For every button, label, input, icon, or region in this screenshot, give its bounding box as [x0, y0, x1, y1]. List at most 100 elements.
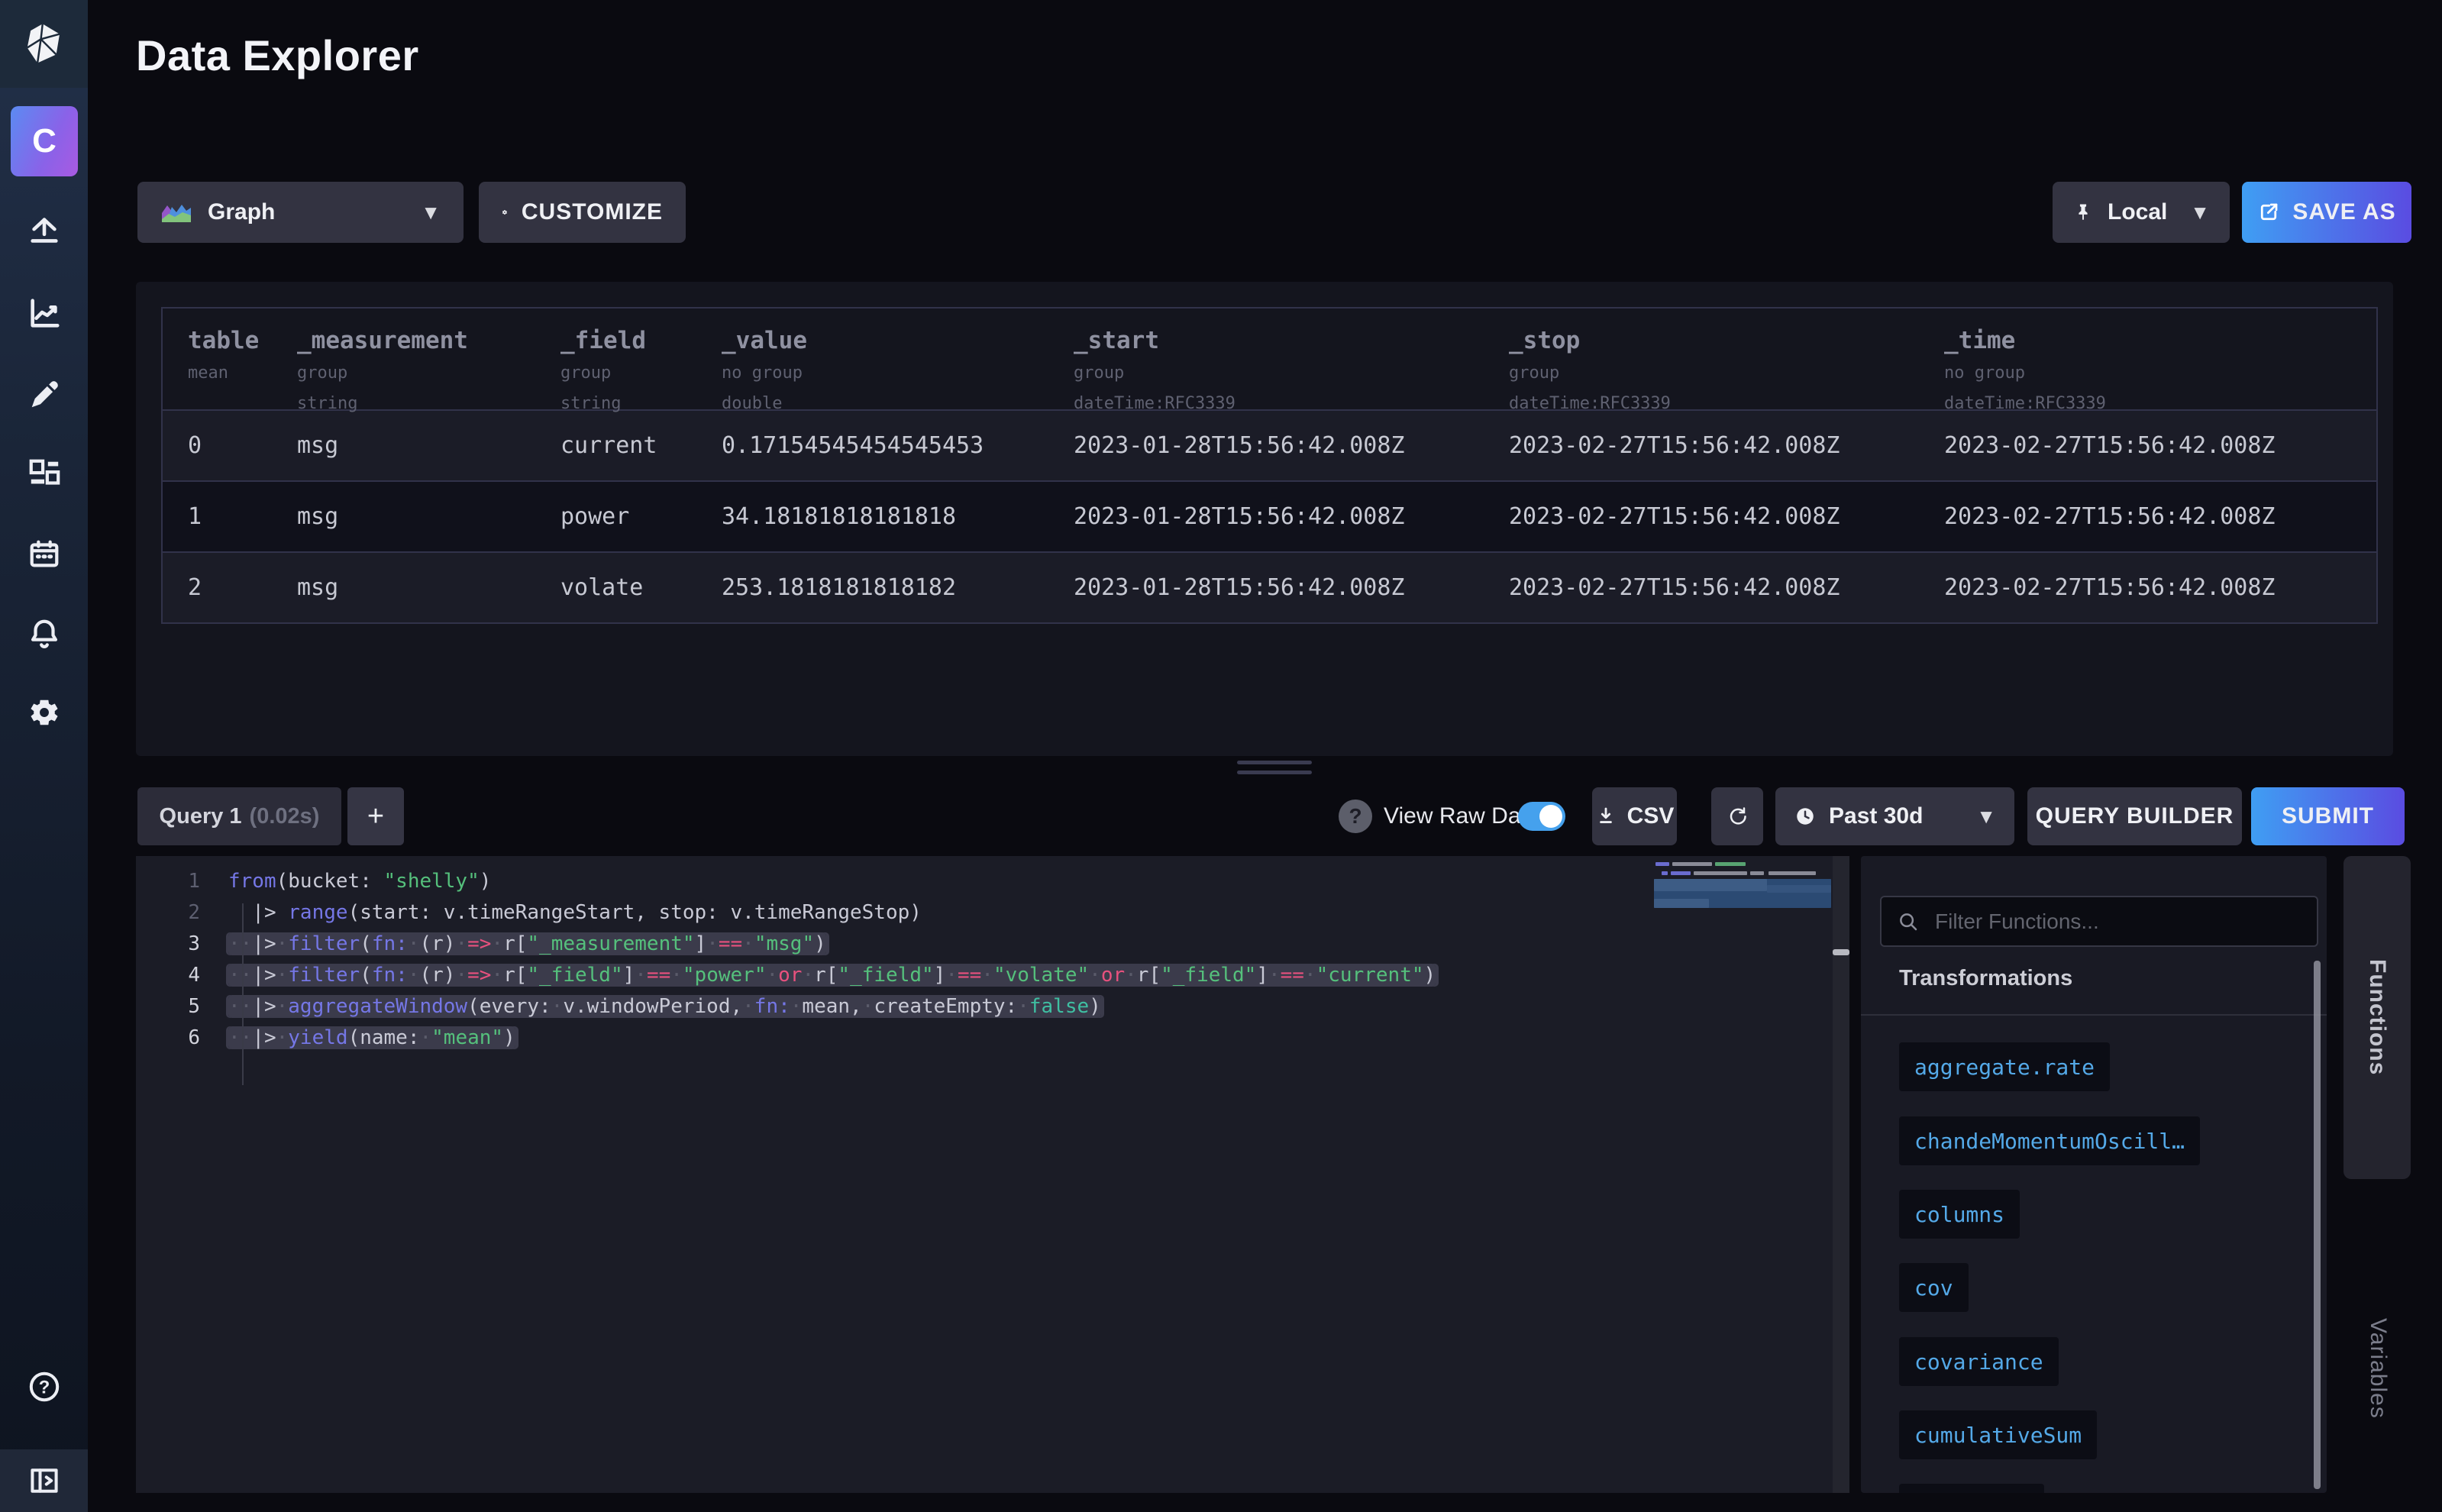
function-pill[interactable] — [1899, 1484, 2044, 1493]
sidebar-item-data-explorer[interactable] — [0, 286, 88, 340]
gear-icon — [502, 200, 508, 225]
sidebar-item-tasks[interactable] — [0, 528, 88, 581]
table-cell: 2023-01-28T15:56:42.008Z — [1074, 432, 1509, 459]
raw-data-help-icon[interactable]: ? — [1339, 800, 1372, 833]
influxdb-cube-icon — [24, 22, 65, 66]
function-pill[interactable]: covariance — [1899, 1337, 2059, 1386]
toggle-knob — [1539, 805, 1562, 828]
table-header-row: tablemean_measurementgroupstring_fieldgr… — [161, 307, 2378, 411]
sidebar-expand-section — [0, 1449, 88, 1512]
sidebar-item-load-data[interactable] — [0, 205, 88, 258]
pin-icon — [2072, 201, 2094, 224]
code-line: 5··|>·aggregateWindow(every:·v.windowPer… — [136, 991, 1648, 1023]
query-tab-label: Query 1 — [160, 804, 242, 829]
code-line: 6··|>·yield(name:·"mean") — [136, 1023, 1648, 1054]
sidebar-item-settings[interactable] — [0, 686, 88, 739]
table-cell: 0 — [163, 432, 297, 459]
table-cell: 1 — [163, 503, 297, 530]
sidebar-item-alerts[interactable] — [0, 607, 88, 661]
save-as-button[interactable]: SAVE AS — [2242, 182, 2411, 243]
sidebar-item-dashboards[interactable] — [0, 447, 88, 501]
graph-type-icon — [160, 199, 192, 225]
function-pill[interactable]: chandeMomentumOscill… — [1899, 1116, 2200, 1165]
tab-functions[interactable]: Functions — [2343, 856, 2411, 1179]
chevron-down-icon: ▼ — [421, 202, 441, 222]
refresh-icon — [1726, 805, 1749, 828]
dashboards-icon — [27, 457, 62, 492]
avatar[interactable]: C — [11, 106, 78, 176]
influxdb-logo[interactable] — [0, 0, 88, 88]
column-header: _timeno groupdateTime:RFC3339 — [1944, 309, 2354, 409]
table-row: 1msgpower34.181818181818182023-01-28T15:… — [161, 482, 2378, 553]
data-explorer-page: C — [0, 0, 2442, 1512]
sidebar-item-help[interactable]: ? — [0, 1360, 88, 1413]
line-number: 3 — [136, 929, 200, 960]
line-chart-icon — [27, 296, 62, 331]
visualization-type-dropdown[interactable]: Graph ▼ — [137, 182, 464, 243]
code-line: 3··|>·filter(fn:·(r)·=>·r["_measurement"… — [136, 929, 1648, 960]
query-tab[interactable]: Query 1 (0.02s) — [137, 787, 341, 845]
customize-label: CUSTOMIZE — [522, 199, 663, 225]
csv-download-button[interactable]: CSV — [1592, 787, 1677, 845]
function-pill[interactable]: aggregate.rate — [1899, 1042, 2110, 1091]
code-line: 4··|>·filter(fn:·(r)·=>·r["_field"]·==·"… — [136, 960, 1648, 991]
table-cell: 2023-02-27T15:56:42.008Z — [1509, 503, 1944, 530]
function-pill[interactable]: columns — [1899, 1190, 2020, 1239]
table-cell: 2023-01-28T15:56:42.008Z — [1074, 503, 1509, 530]
line-number: 2 — [136, 897, 200, 929]
expand-sidebar-icon[interactable] — [27, 1464, 61, 1497]
flux-code-editor[interactable]: 1from(bucket: "shelly")2 |> range(start:… — [136, 856, 1849, 1493]
svg-text:?: ? — [38, 1378, 50, 1398]
view-raw-data-toggle[interactable] — [1518, 802, 1565, 831]
search-icon — [1897, 910, 1920, 933]
table-cell: 0.17154545454545453 — [722, 432, 1074, 459]
table-cell: 253.1818181818182 — [722, 574, 1074, 601]
table-cell: 34.18181818181818 — [722, 503, 1074, 530]
sidebar-nav: C — [0, 0, 88, 1512]
time-range-dropdown[interactable]: Past 30d ▼ — [1775, 787, 2014, 845]
column-header: _fieldgroupstring — [560, 309, 722, 409]
save-as-label: SAVE AS — [2292, 199, 2395, 225]
table-cell: 2023-02-27T15:56:42.008Z — [1944, 503, 2354, 530]
sidebar-item-notebooks[interactable] — [0, 368, 88, 422]
indent-guide — [242, 903, 244, 1085]
download-icon — [1595, 806, 1617, 827]
chevron-down-icon: ▼ — [1976, 806, 1996, 826]
table-row: 2msgvolate253.18181818181822023-01-28T15… — [161, 553, 2378, 624]
table-cell: 2023-02-27T15:56:42.008Z — [1509, 574, 1944, 601]
upload-icon — [27, 214, 62, 249]
add-query-button[interactable]: + — [347, 787, 404, 845]
panel-resize-handle[interactable] — [1237, 771, 1312, 774]
table-row: 0msgcurrent0.171545454545454532023-01-28… — [161, 411, 2378, 482]
submit-label: SUBMIT — [2282, 803, 2374, 829]
column-header: _measurementgroupstring — [297, 309, 560, 409]
table-cell: 2 — [163, 574, 297, 601]
time-range-label: Past 30d — [1829, 803, 1923, 829]
export-icon — [2257, 201, 2280, 224]
editor-collapse-handle[interactable] — [1833, 949, 1849, 955]
editor-minimap[interactable] — [1654, 862, 1831, 1015]
table-cell: volate — [560, 574, 722, 601]
code-line: 2 |> range(start: v.timeRangeStart, stop… — [136, 897, 1648, 929]
avatar-label: C — [32, 122, 57, 160]
column-header: _startgroupdateTime:RFC3339 — [1074, 309, 1509, 409]
customize-button[interactable]: CUSTOMIZE — [479, 182, 686, 243]
function-pill[interactable]: cov — [1899, 1263, 1969, 1312]
plus-icon: + — [367, 800, 384, 833]
query-builder-button[interactable]: QUERY BUILDER — [2027, 787, 2242, 845]
tab-variables[interactable]: Variables — [2353, 1292, 2402, 1445]
bell-icon — [27, 616, 62, 651]
filter-functions-input[interactable] — [1933, 909, 2301, 935]
code-lines: 1from(bucket: "shelly")2 |> range(start:… — [136, 866, 1648, 1054]
save-location-dropdown[interactable]: Local ▼ — [2053, 182, 2230, 243]
table-cell: msg — [297, 574, 560, 601]
refresh-button[interactable] — [1711, 787, 1763, 845]
function-pill[interactable]: cumulativeSum — [1899, 1410, 2097, 1459]
help-icon: ? — [26, 1368, 63, 1405]
submit-button[interactable]: SUBMIT — [2251, 787, 2405, 845]
filter-functions-searchbox[interactable] — [1880, 896, 2318, 947]
pencil-icon — [27, 377, 62, 412]
panel-resize-handle[interactable] — [1237, 761, 1312, 764]
functions-scrollbar[interactable] — [2314, 961, 2321, 1489]
page-title: Data Explorer — [136, 31, 419, 80]
